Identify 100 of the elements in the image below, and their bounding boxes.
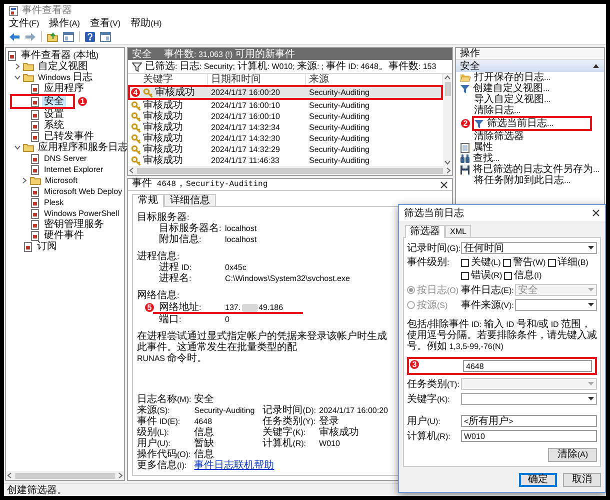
tree-item[interactable]: 设置 bbox=[42, 109, 66, 120]
log-icon bbox=[30, 96, 40, 106]
dialog-button[interactable]: 取消 bbox=[563, 473, 601, 487]
forward-arrow-icon[interactable] bbox=[25, 32, 36, 42]
checkbox[interactable]: 信息(I) bbox=[504, 270, 542, 281]
scroll-thumb[interactable] bbox=[15, 472, 115, 478]
input-field[interactable]: <所有用户> bbox=[461, 415, 597, 427]
tab[interactable]: 筛选器 bbox=[405, 225, 445, 238]
menu-item[interactable]: 文件(F) bbox=[9, 18, 40, 28]
help-link[interactable]: 事件日志联机帮助 bbox=[194, 460, 388, 471]
action-item[interactable]: 将已筛选的日志文件另存为... bbox=[456, 164, 604, 175]
close-icon[interactable] bbox=[440, 180, 448, 188]
tree-item[interactable]: Windows PowerShell bbox=[42, 208, 122, 219]
tab[interactable]: XML bbox=[445, 225, 472, 237]
tree-item[interactable]: DNS Server bbox=[42, 153, 89, 164]
folder-up-icon[interactable] bbox=[47, 32, 58, 42]
log-icon bbox=[23, 242, 33, 252]
tree-item[interactable]: Windows 日志 bbox=[36, 72, 95, 83]
tree-item[interactable]: 已转发事件 bbox=[42, 131, 96, 142]
horizontal-scrollbar[interactable] bbox=[6, 471, 124, 480]
caret-up-icon[interactable] bbox=[592, 63, 600, 69]
table-cell-text: 2024/1/17 16:00:20 bbox=[210, 87, 281, 98]
section-heading: 网络信息: bbox=[137, 290, 180, 301]
section-header[interactable]: 安全 bbox=[460, 60, 480, 72]
vertical-scrollbar[interactable] bbox=[443, 74, 452, 166]
tree-item[interactable]: Plesk bbox=[42, 197, 66, 208]
action-item[interactable]: 创建自定义视图... bbox=[456, 83, 604, 94]
action-item[interactable]: 导入自定义视图... bbox=[456, 94, 604, 105]
tree-item[interactable]: 硬件事件 bbox=[42, 230, 86, 241]
dropdown-arrow-icon[interactable] bbox=[587, 245, 595, 251]
tree-item[interactable]: 系统 bbox=[42, 120, 66, 131]
action-item[interactable]: 清除筛选器 bbox=[456, 131, 604, 142]
checkbox[interactable]: 关键(L) bbox=[461, 257, 501, 268]
table-row[interactable]: 审核成功 2024/1/17 14:32:34 Security-Auditing bbox=[128, 122, 443, 133]
tree-item[interactable]: 应用程序和服务日志 bbox=[36, 142, 130, 153]
message-text: RUNAS 命令时。 bbox=[137, 353, 208, 364]
tab[interactable]: 详细信息 bbox=[164, 194, 216, 206]
table-row[interactable]: 审核成功 2024/1/17 11:46:33 Security-Auditing bbox=[128, 155, 443, 166]
field-label: 用户(U): bbox=[137, 438, 172, 449]
menu-item[interactable]: 操作(A) bbox=[49, 18, 80, 28]
number-badge: 1 bbox=[77, 96, 88, 107]
tree-item[interactable]: 自定义视图 bbox=[36, 61, 90, 72]
field-label: 操作代码(O): bbox=[137, 449, 192, 460]
column-header[interactable]: 日期和时间 bbox=[208, 74, 306, 85]
log-icon bbox=[30, 186, 40, 196]
menu-item[interactable]: 查看(V) bbox=[90, 18, 121, 28]
table-row[interactable]: 审核成功 2024/1/17 16:00:10 Security-Auditing bbox=[128, 111, 443, 122]
action-item[interactable]: 2 筛选当前日志... bbox=[456, 116, 604, 131]
checkbox[interactable]: 详细(B) bbox=[548, 257, 588, 268]
horizontal-scrollbar[interactable] bbox=[128, 166, 452, 175]
tree-item[interactable]: 订阅 bbox=[35, 241, 59, 252]
tree-item[interactable]: 安全 bbox=[42, 96, 66, 107]
action-item[interactable]: 查找... bbox=[456, 153, 604, 164]
action-item[interactable]: 将任务附加到此日志... bbox=[456, 175, 604, 186]
chevron-left-icon[interactable] bbox=[7, 472, 13, 479]
tree-item[interactable]: 应用程序 bbox=[42, 83, 86, 94]
dropdown[interactable]: 任何时间 bbox=[461, 242, 597, 254]
chevron-down-icon[interactable] bbox=[444, 160, 451, 165]
tree-item[interactable]: Microsoft Web Deploy bbox=[42, 186, 124, 197]
clear-button[interactable]: 清除(A) bbox=[548, 448, 597, 462]
key-icon bbox=[143, 88, 153, 98]
scroll-thumb[interactable] bbox=[444, 82, 450, 96]
scroll-thumb[interactable] bbox=[137, 168, 443, 174]
panel-icon[interactable] bbox=[100, 32, 111, 42]
field-value: 49.186 bbox=[258, 302, 284, 313]
chevron-down-icon[interactable] bbox=[14, 74, 21, 81]
table-row[interactable]: 审核成功 2024/1/17 16:00:10 Security-Auditing bbox=[128, 100, 443, 111]
help-icon[interactable] bbox=[85, 32, 95, 42]
input-field[interactable]: W010 bbox=[461, 430, 597, 442]
tree-item[interactable]: 密钥管理服务 bbox=[42, 219, 106, 230]
chevron-up-icon[interactable] bbox=[444, 75, 451, 80]
chevron-right-icon[interactable] bbox=[445, 167, 451, 174]
close-icon[interactable] bbox=[592, 209, 600, 217]
tree-item[interactable]: Internet Explorer bbox=[42, 164, 106, 175]
chevron-left-icon[interactable] bbox=[129, 167, 135, 174]
action-item[interactable]: 打开保存的日志... bbox=[456, 72, 604, 83]
chevron-right-icon[interactable] bbox=[21, 177, 28, 184]
table-row[interactable]: 审核成功 2024/1/17 14:32:30 Security-Auditing bbox=[128, 133, 443, 144]
menu-item[interactable]: 帮助(H) bbox=[130, 18, 162, 28]
field-value: localhost bbox=[225, 234, 257, 245]
tree-item[interactable]: 事件查看器 (本地) bbox=[19, 50, 101, 61]
back-arrow-icon[interactable] bbox=[9, 32, 20, 42]
chevron-right-icon[interactable] bbox=[117, 472, 123, 479]
dropdown-arrow-icon[interactable] bbox=[587, 396, 595, 402]
panel-icon[interactable] bbox=[63, 32, 74, 42]
table-cell-text: 2024/1/17 16:00:10 bbox=[210, 111, 281, 122]
action-item[interactable]: 清除日志... bbox=[456, 105, 604, 116]
table-row[interactable]: 审核成功 2024/1/17 14:32:29 Security-Auditing bbox=[128, 144, 443, 155]
column-header[interactable]: 关键字 bbox=[128, 74, 208, 85]
tree-item[interactable]: Microsoft bbox=[43, 175, 80, 186]
number-badge: 2 bbox=[460, 118, 471, 129]
tab[interactable]: 常规 bbox=[132, 194, 164, 207]
action-item[interactable]: 属性 bbox=[456, 142, 604, 153]
chevron-right-icon[interactable] bbox=[14, 63, 21, 70]
input-field[interactable]: 4648 bbox=[463, 360, 592, 372]
checkbox[interactable]: 警告(W) bbox=[502, 257, 546, 268]
chevron-down-icon[interactable] bbox=[14, 144, 21, 151]
dialog-button[interactable]: 确定 bbox=[519, 473, 557, 487]
checkbox[interactable]: 错误(R) bbox=[461, 270, 502, 281]
table-row[interactable]: 4 审核成功 2024/1/17 16:00:20 Security-Auditing bbox=[128, 85, 443, 100]
